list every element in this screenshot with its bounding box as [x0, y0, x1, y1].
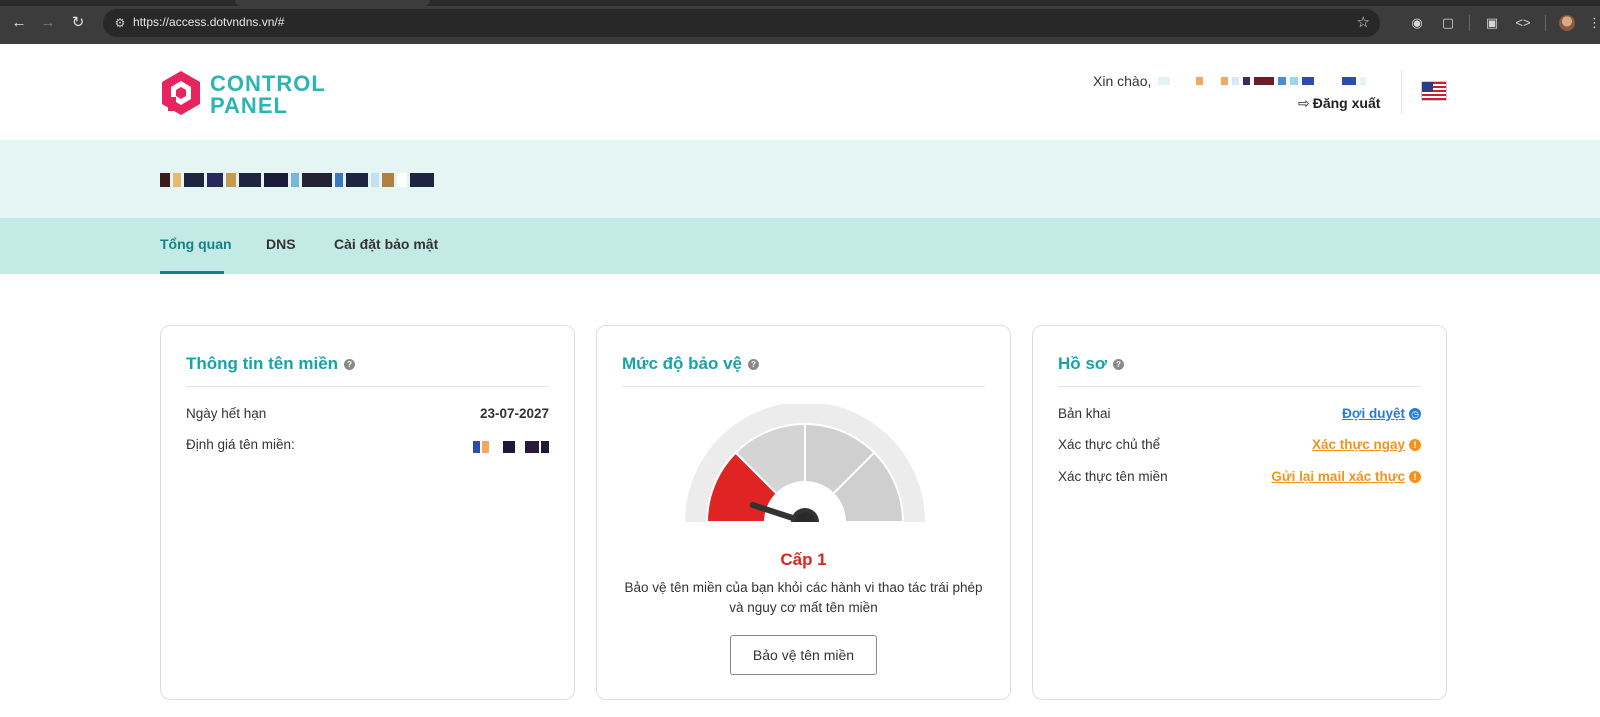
redacted-domain-name — [160, 173, 434, 187]
bookmark-star-icon[interactable]: ☆ — [1357, 13, 1370, 33]
active-browser-tab[interactable] — [235, 0, 430, 6]
protect-domain-button[interactable]: Bảo vệ tên miền — [730, 635, 877, 675]
card-divider — [622, 386, 985, 387]
pending-review-link[interactable]: Đợi duyệt — [1342, 406, 1405, 421]
header-divider — [1401, 70, 1402, 114]
menu-icon[interactable]: ⋮ — [1588, 13, 1600, 33]
redacted-valuation — [473, 441, 549, 453]
domain-info-title-text: Thông tin tên miền — [186, 354, 339, 373]
forward-icon[interactable]: → — [38, 13, 58, 33]
logo-text-line1: CONTROL — [210, 71, 326, 96]
tab-bar: Tổng quan DNS Cài đặt bảo mật — [0, 218, 1600, 274]
tab-strip — [0, 0, 1600, 6]
help-icon[interactable]: ? — [344, 359, 356, 371]
card-divider — [1058, 386, 1421, 387]
logo-hexagon-icon — [162, 71, 200, 115]
protection-title: Mức độ bảo vệ? — [622, 354, 759, 374]
protection-level-label: Cấp 1 — [780, 550, 827, 569]
tab-security-settings[interactable]: Cài đặt bảo mật — [334, 236, 438, 252]
domain-title-band — [0, 140, 1600, 218]
valuation-row: Định giá tên miền: — [186, 437, 549, 453]
profile-card: Hồ sơ? Bản khai Đợi duyệt ◷ Xác thực chủ … — [1032, 325, 1447, 700]
protection-description: Bảo vệ tên miền của bạn khỏi các hành vi… — [624, 580, 983, 615]
greeting-text: Xin chào, — [1093, 73, 1152, 89]
resend-verification-mail-link[interactable]: Gửi lại mail xác thực — [1271, 469, 1405, 484]
profile-title-text: Hồ sơ — [1058, 354, 1107, 373]
protection-level-card: Mức độ bảo vệ? Cấp 1 Bảo vệ tên miền của… — [596, 325, 1011, 700]
site-header: CONTROL PANEL Xin chào, ⇨ Đăng xuất — [0, 44, 1600, 140]
clock-icon: ◷ — [1409, 408, 1421, 421]
profile-status-wrap: Đợi duyệt ◷ — [1342, 406, 1421, 421]
card-divider — [186, 386, 549, 387]
profile-row-domain-verification: Xác thực tên miền Gửi lại mail xác thực! — [1058, 469, 1421, 484]
logout-label: Đăng xuất — [1312, 95, 1381, 111]
profile-status-wrap: Gửi lại mail xác thực! — [1271, 469, 1421, 484]
site-settings-icon[interactable]: ⚙ — [111, 14, 129, 32]
valuation-label: Định giá tên miền: — [186, 437, 295, 452]
domain-info-card: Thông tin tên miền? Ngày hết hạn 23-07-2… — [160, 325, 575, 700]
expiry-value: 23-07-2027 — [479, 406, 549, 421]
toolbar-separator — [1469, 15, 1470, 31]
cast-icon[interactable]: ▣ — [1482, 13, 1502, 33]
profile-title: Hồ sơ? — [1058, 354, 1124, 374]
protection-gauge — [685, 404, 925, 532]
active-tab-indicator — [160, 271, 224, 274]
toolbar-separator-2 — [1545, 15, 1546, 31]
us-flag-language-icon[interactable] — [1421, 81, 1447, 101]
exclamation-icon: ! — [1409, 471, 1421, 484]
profile-row-label: Xác thực tên miền — [1058, 469, 1168, 484]
exclamation-icon: ! — [1409, 439, 1421, 452]
protection-title-text: Mức độ bảo vệ — [622, 354, 742, 373]
verify-now-link[interactable]: Xác thực ngay — [1312, 437, 1405, 452]
logout-button[interactable]: ⇨ Đăng xuất — [1298, 95, 1380, 112]
devtools-icon[interactable]: <> — [1513, 13, 1533, 33]
logout-icon: ⇨ — [1298, 95, 1310, 111]
profile-row-label: Xác thực chủ thể — [1058, 437, 1161, 452]
tab-dns[interactable]: DNS — [266, 236, 296, 252]
address-bar[interactable]: ⚙ https://access.dotvndns.vn/# ☆ — [103, 9, 1380, 37]
extensions-puzzle-icon[interactable]: ▢ — [1438, 13, 1458, 33]
expiry-row: Ngày hết hạn 23-07-2027 — [186, 406, 549, 421]
domain-info-title: Thông tin tên miền? — [186, 354, 356, 374]
help-icon[interactable]: ? — [748, 359, 759, 371]
extension-icon-1[interactable]: ◉ — [1407, 13, 1427, 33]
back-icon[interactable]: ← — [9, 13, 29, 33]
browser-chrome: ← → ↻ ⚙ https://access.dotvndns.vn/# ☆ ◉… — [0, 0, 1600, 44]
profile-avatar[interactable] — [1559, 15, 1575, 31]
gauge-base-mask — [685, 522, 925, 532]
control-panel-logo[interactable]: CONTROL PANEL — [160, 69, 350, 119]
logo-text-line2: PANEL — [210, 93, 288, 118]
redacted-username — [1158, 77, 1378, 85]
help-icon[interactable]: ? — [1112, 359, 1124, 371]
reload-icon[interactable]: ↻ — [68, 13, 88, 33]
profile-row-owner-verification: Xác thực chủ thể Xác thực ngay! — [1058, 437, 1421, 452]
expiry-label: Ngày hết hạn — [186, 406, 267, 421]
address-url[interactable]: https://access.dotvndns.vn/# — [133, 15, 284, 29]
profile-status-wrap: Xác thực ngay! — [1312, 437, 1421, 452]
profile-row-declaration: Bản khai Đợi duyệt ◷ — [1058, 406, 1421, 421]
profile-row-label: Bản khai — [1058, 406, 1111, 421]
tab-overview[interactable]: Tổng quan — [160, 236, 232, 252]
